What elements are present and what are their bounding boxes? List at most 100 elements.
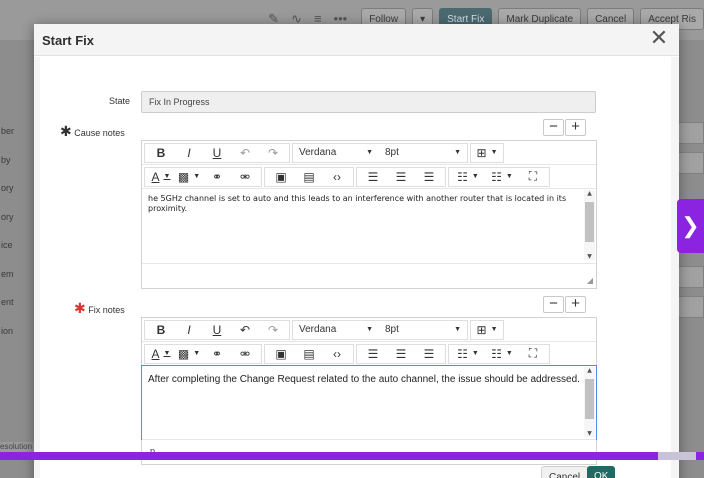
code-icon[interactable]: ‹› xyxy=(323,345,351,363)
bold-icon[interactable]: B xyxy=(147,144,175,162)
resize-handle-icon[interactable]: ◢ xyxy=(587,276,593,285)
cause-notes-text: he 5GHz channel is set to auto and this … xyxy=(148,194,567,213)
editor-toolbar-row-1: B I U ↶ ↷ Verdana ▼ 8pt ▼ ⊞ ▼ xyxy=(142,141,596,165)
align-left-icon[interactable]: ☰ xyxy=(359,168,387,186)
video-icon[interactable]: ▤ xyxy=(295,345,323,363)
background-field xyxy=(678,296,704,318)
expand-button[interactable]: + xyxy=(565,119,586,136)
close-icon[interactable]: ✕ xyxy=(649,27,669,49)
dialog-ok-button[interactable]: OK xyxy=(587,466,616,478)
scroll-down-icon[interactable]: ▼ xyxy=(584,430,595,437)
fullscreen-icon[interactable]: ⛶ xyxy=(519,345,547,363)
table-group: ⊞ ▼ xyxy=(470,319,504,340)
scroll-thumb[interactable] xyxy=(585,202,594,242)
color-group: A ▼ ▩ ▼ ⚭ ⚮ xyxy=(144,166,262,187)
chevron-down-icon: ▼ xyxy=(366,149,373,156)
align-center-icon[interactable]: ☰ xyxy=(387,345,415,363)
background-label: ory xyxy=(1,183,14,193)
required-indicator: ✱ xyxy=(60,123,72,139)
underline-icon[interactable]: U xyxy=(203,144,231,162)
insert-group: ▣ ▤ ‹› xyxy=(264,166,354,187)
cause-notes-editor: B I U ↶ ↷ Verdana ▼ 8pt ▼ ⊞ ▼ A ▼ ▩ ▼ ⚭ … xyxy=(141,140,597,289)
chevron-down-icon: ▼ xyxy=(454,149,461,156)
background-field xyxy=(678,152,704,174)
font-size-select[interactable]: 8pt ▼ xyxy=(379,321,467,339)
background-label: ent xyxy=(1,297,14,307)
code-icon[interactable]: ‹› xyxy=(323,168,351,186)
list-group: ☷ ▼ ☷ ▼ ⛶ xyxy=(448,166,550,187)
expand-button[interactable]: + xyxy=(565,296,586,313)
table-icon[interactable]: ⊞ ▼ xyxy=(473,321,501,339)
scrollbar[interactable]: ▲ ▼ xyxy=(584,190,595,260)
link-icon[interactable]: ⚭ xyxy=(203,168,231,186)
align-right-icon[interactable]: ☰ xyxy=(415,168,443,186)
background-color-icon[interactable]: ▩ ▼ xyxy=(175,345,203,363)
color-group: A ▼ ▩ ▼ ⚭ ⚮ xyxy=(144,343,262,364)
dialog-header: Start Fix ✕ xyxy=(34,24,679,56)
font-family-select[interactable]: Verdana ▼ xyxy=(293,321,379,339)
start-fix-dialog: Start Fix ✕ State Fix In Progress ✱ Caus… xyxy=(34,24,679,478)
align-center-icon[interactable]: ☰ xyxy=(387,168,415,186)
video-icon[interactable]: ▤ xyxy=(295,168,323,186)
bullet-list-icon[interactable]: ☷ ▼ xyxy=(451,345,485,363)
font-group: Verdana ▼ 8pt ▼ xyxy=(292,319,468,340)
background-label: em xyxy=(1,268,14,279)
fix-notes-text: After completing the Change Request rela… xyxy=(148,374,580,385)
scroll-up-icon[interactable]: ▲ xyxy=(584,190,595,197)
collapse-button[interactable]: − xyxy=(543,296,564,313)
fix-notes-controls: − + xyxy=(543,296,586,313)
fix-notes-editor: B I U ↶ ↷ Verdana ▼ 8pt ▼ ⊞ ▼ A ▼ ▩ ▼ ⚭ … xyxy=(141,317,597,465)
chevron-down-icon: ▼ xyxy=(454,326,461,333)
background-color-icon[interactable]: ▩ ▼ xyxy=(175,168,203,186)
redo-icon[interactable]: ↷ xyxy=(259,321,287,339)
italic-icon[interactable]: I xyxy=(175,321,203,339)
font-family-select[interactable]: Verdana ▼ xyxy=(293,144,379,162)
collapse-button[interactable]: − xyxy=(543,119,564,136)
table-icon[interactable]: ⊞ ▼ xyxy=(473,144,501,162)
unlink-icon[interactable]: ⚮ xyxy=(231,345,259,363)
background-label: ice xyxy=(1,240,13,250)
background-label: by xyxy=(1,154,11,165)
fullscreen-icon[interactable]: ⛶ xyxy=(519,168,547,186)
text-color-icon[interactable]: A ▼ xyxy=(147,168,175,186)
background-field xyxy=(678,122,704,144)
insert-group: ▣ ▤ ‹› xyxy=(264,343,354,364)
scroll-down-icon[interactable]: ▼ xyxy=(584,253,595,260)
italic-icon[interactable]: I xyxy=(175,144,203,162)
background-field-labels: ber by ory ory ice em ent ion xyxy=(0,116,34,344)
link-icon[interactable]: ⚭ xyxy=(203,345,231,363)
undo-icon[interactable]: ↶ xyxy=(231,144,259,162)
dialog-cancel-button[interactable]: Cancel xyxy=(541,466,589,478)
bullet-list-icon[interactable]: ☷ ▼ xyxy=(451,168,485,186)
text-color-icon[interactable]: A ▼ xyxy=(147,345,175,363)
background-label: ory xyxy=(1,211,14,222)
cause-notes-content[interactable]: he 5GHz channel is set to auto and this … xyxy=(142,189,596,263)
scrollbar[interactable]: ▲ ▼ xyxy=(584,367,595,437)
fix-notes-content[interactable]: After completing the Change Request rela… xyxy=(141,365,597,440)
chevron-right-icon[interactable]: ❯ xyxy=(677,199,704,253)
dialog-title: Start Fix xyxy=(42,33,95,48)
numbered-list-icon[interactable]: ☷ ▼ xyxy=(485,168,519,186)
chevron-down-icon: ▼ xyxy=(366,326,373,333)
align-left-icon[interactable]: ☰ xyxy=(359,345,387,363)
editor-toolbar-row-2: A ▼ ▩ ▼ ⚭ ⚮ ▣ ▤ ‹› ☰ ☰ ☰ ☷ ▼ ☷ ▼ ⛶ xyxy=(142,165,596,189)
unlink-icon[interactable]: ⚮ xyxy=(231,168,259,186)
scroll-up-icon[interactable]: ▲ xyxy=(584,367,595,374)
form-area: State Fix In Progress ✱ Cause notes − + … xyxy=(40,57,671,478)
format-group: B I U ↶ ↷ xyxy=(144,142,290,163)
align-right-icon[interactable]: ☰ xyxy=(415,345,443,363)
progress-remaining xyxy=(658,452,696,460)
bold-icon[interactable]: B xyxy=(147,321,175,339)
numbered-list-icon[interactable]: ☷ ▼ xyxy=(485,345,519,363)
image-icon[interactable]: ▣ xyxy=(267,345,295,363)
font-size-select[interactable]: 8pt ▼ xyxy=(379,144,467,162)
underline-icon[interactable]: U xyxy=(203,321,231,339)
undo-icon[interactable]: ↶ xyxy=(231,321,259,339)
cause-notes-controls: − + xyxy=(543,119,586,136)
cause-notes-label: ✱ Cause notes xyxy=(60,123,125,139)
background-field xyxy=(678,266,704,288)
scroll-thumb[interactable] xyxy=(585,379,594,419)
list-group: ☷ ▼ ☷ ▼ ⛶ xyxy=(448,343,550,364)
redo-icon[interactable]: ↷ xyxy=(259,144,287,162)
image-icon[interactable]: ▣ xyxy=(267,168,295,186)
